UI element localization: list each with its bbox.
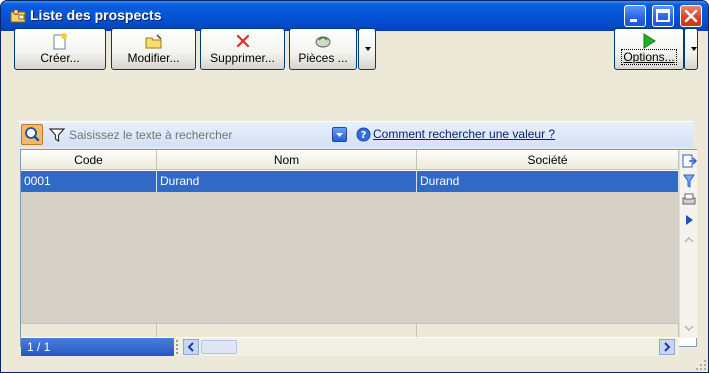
title-bar[interactable]: Liste des prospects (1, 1, 708, 31)
play-icon (643, 33, 656, 49)
scroll-up-icon[interactable] (681, 232, 697, 248)
chevron-left-icon (187, 342, 194, 352)
hscroll-thumb[interactable] (201, 340, 237, 354)
delete-label: Supprimer... (210, 51, 275, 65)
column-header-nom[interactable]: Nom (157, 150, 417, 170)
column-header-code[interactable]: Code (21, 150, 157, 170)
pieces-dropdown-button[interactable] (358, 28, 376, 70)
cell-code: 0001 (21, 171, 157, 192)
empty-grid-area (21, 192, 679, 323)
search-button[interactable] (21, 124, 43, 145)
summary-cell-societe (417, 324, 679, 337)
app-icon (10, 9, 26, 23)
record-counter: 1 / 1 (21, 338, 174, 356)
attachments-icon (315, 36, 331, 48)
chevron-down-icon (336, 133, 343, 137)
help-icon: ? (356, 127, 371, 142)
hscroll-right-button[interactable] (659, 339, 675, 355)
maximize-button[interactable] (652, 5, 674, 27)
options-label: Options... (621, 49, 677, 65)
table-footer: 1 / 1 (21, 338, 679, 356)
column-header-societe[interactable]: Société (417, 150, 679, 170)
side-toolbar (679, 150, 697, 338)
chevron-right-icon (664, 342, 671, 352)
resize-grip-icon[interactable] (695, 359, 707, 371)
filter-icon[interactable] (49, 127, 65, 143)
minimize-icon (630, 19, 637, 22)
summary-row (21, 323, 679, 337)
search-input[interactable] (69, 125, 325, 144)
table-row[interactable]: 0001 Durand Durand (21, 171, 679, 192)
edit-folder-icon (145, 34, 162, 49)
new-document-icon (53, 33, 67, 50)
modify-label: Modifier... (127, 51, 180, 65)
splitter-handle[interactable] (176, 340, 179, 354)
create-button[interactable]: Créer... (14, 28, 106, 70)
maximize-icon (656, 9, 670, 22)
delete-button[interactable]: Supprimer... (200, 28, 285, 70)
pieces-button[interactable]: Pièces ... (289, 28, 357, 70)
window-title: Liste des prospects (30, 7, 162, 23)
search-bar: ? Comment rechercher une valeur ? (19, 121, 693, 147)
options-dropdown-button[interactable] (684, 28, 698, 70)
prospects-table: Code Nom Société 0001 Durand Durand 1 / … (20, 149, 697, 356)
pieces-label: Pièces ... (298, 51, 348, 65)
filter-funnel-icon[interactable] (681, 173, 697, 189)
create-label: Créer... (40, 51, 80, 65)
svg-text:?: ? (361, 130, 367, 141)
cell-societe: Durand (417, 171, 679, 192)
hscroll-left-button[interactable] (183, 339, 199, 355)
print-icon[interactable] (681, 192, 697, 208)
summary-cell-code (21, 324, 157, 337)
cell-nom: Durand (157, 171, 417, 192)
export-icon[interactable] (681, 153, 697, 169)
summary-cell-nom (157, 324, 417, 337)
prospects-window: Liste des prospects Créer... Modifier...… (0, 0, 709, 373)
close-button[interactable] (680, 5, 702, 27)
search-icon (25, 127, 40, 142)
delete-icon (236, 34, 249, 48)
search-dropdown-button[interactable] (332, 127, 347, 142)
close-icon (684, 9, 698, 23)
play-arrow-icon[interactable] (681, 212, 697, 228)
options-button[interactable]: Options... (614, 28, 684, 70)
minimize-button[interactable] (624, 5, 646, 27)
scroll-down-icon[interactable] (681, 320, 697, 336)
help-link[interactable]: Comment rechercher une valeur ? (373, 127, 555, 141)
modify-button[interactable]: Modifier... (111, 28, 196, 70)
